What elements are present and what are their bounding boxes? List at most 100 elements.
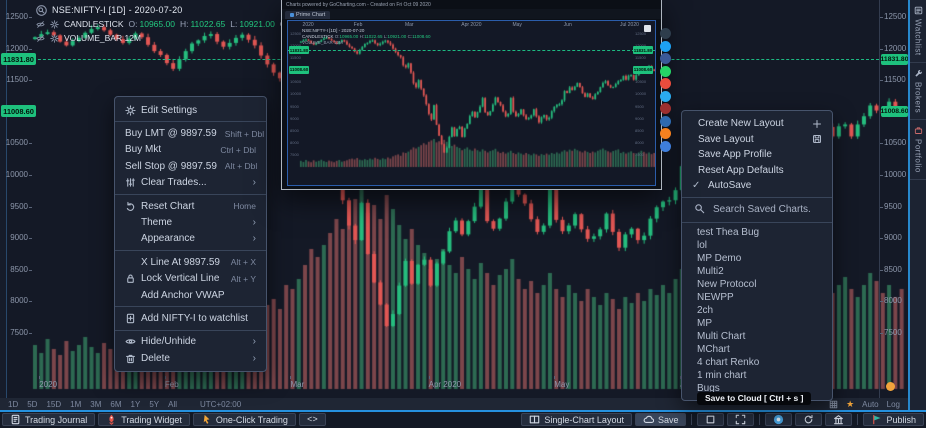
fullscreen-button[interactable] (727, 413, 754, 426)
eye-off-icon[interactable] (36, 34, 45, 43)
timeframe-1d[interactable]: 1D (8, 400, 18, 409)
camera-button[interactable] (765, 413, 792, 426)
menu-item-edit-settings[interactable]: Edit Settings (115, 102, 266, 118)
briefcase-icon (914, 126, 923, 135)
saved-chart-1-min-chart[interactable]: 1 min chart (682, 369, 832, 382)
sidebar-tab-label: Brokers (914, 82, 923, 113)
menu-item-hide-unhide[interactable]: Hide/Unhide› (115, 334, 266, 350)
screenshot-button[interactable] (697, 413, 724, 426)
x-axis-tick (554, 376, 555, 379)
share-whatsapp-icon[interactable] (660, 66, 671, 77)
search-saved-charts[interactable]: Search Saved Charts. (682, 201, 832, 219)
timeframe-6m[interactable]: 6M (110, 400, 121, 409)
sidebar-tab-portfolio[interactable]: Portfolio (910, 120, 926, 180)
menu-item-add-nifty-i-to-watchlist[interactable]: Add NIFTY-I to watchlist (115, 310, 266, 326)
menu-item-add-anchor-vwap[interactable]: Add Anchor VWAP (115, 287, 266, 303)
menu-item-autosave[interactable]: ✓AutoSave (682, 178, 832, 194)
check-icon: ✓ (692, 181, 708, 191)
share-youtube-icon[interactable] (660, 103, 671, 114)
popup-title: Charts powered by GoCharting.com - Creat… (282, 0, 661, 9)
log-scale-toggle[interactable]: Log (887, 400, 900, 409)
timeframe-3m[interactable]: 3M (90, 400, 101, 409)
notification-dot[interactable] (886, 382, 895, 391)
share-telegram-icon[interactable] (660, 91, 671, 102)
menu-item-buy-mkt[interactable]: Buy MktCtrl + Dbl (115, 142, 266, 158)
saved-chart-lol[interactable]: lol (682, 239, 832, 252)
gear-icon[interactable] (50, 34, 59, 43)
saved-chart-mp-demo[interactable]: MP Demo (682, 252, 832, 265)
menu-item-save-layout[interactable]: Save Layout (682, 132, 832, 148)
share-email-icon[interactable] (660, 141, 671, 152)
timeframe-15d[interactable]: 15D (46, 400, 61, 409)
chart-context-menu: Edit Settings Buy LMT @ 9897.59Shift + Db… (114, 96, 267, 372)
menu-item-save-app-profile[interactable]: Save App Profile (682, 147, 832, 163)
saved-chart-mchart[interactable]: MChart (682, 343, 832, 356)
menu-item-sell-stop-9897-59[interactable]: Sell Stop @ 9897.59Alt + Dbl (115, 158, 266, 174)
right-sidebar-tabs: Watchlist Brokers Portfolio (908, 0, 926, 410)
menu-item-reset-app-defaults[interactable]: Reset App Defaults (682, 163, 832, 179)
saved-chart-mp[interactable]: MP (682, 317, 832, 330)
timeframe-5y[interactable]: 5Y (149, 400, 159, 409)
share-copy-link-icon[interactable] (660, 28, 671, 39)
trading-widget-button[interactable]: Trading Widget (98, 413, 190, 426)
menu-item-clear-trades[interactable]: Clear Trades...› (115, 175, 266, 191)
menu-item-lock-vertical-line[interactable]: Lock Vertical LineAlt + Y (115, 271, 266, 287)
saved-chart-new-protocol[interactable]: New Protocol (682, 278, 832, 291)
sidebar-tab-brokers[interactable]: Brokers (910, 63, 926, 120)
saved-chart-multi-chart[interactable]: Multi Chart (682, 330, 832, 343)
marketplace-button[interactable] (825, 413, 852, 426)
x-axis-tick (429, 376, 430, 379)
one-click-trading-button[interactable]: One-Click Trading (193, 413, 296, 426)
timezone-label[interactable]: UTC+02:00 (200, 400, 241, 409)
y-axis-label: 9000 (0, 234, 28, 242)
publish-button[interactable]: Publish (863, 413, 924, 426)
saved-chart-newpp[interactable]: NEWPP (682, 291, 832, 304)
timeframe-all[interactable]: All (168, 400, 177, 409)
saved-chart-test-thea-bug[interactable]: test Thea Bug (682, 226, 832, 239)
sync-button[interactable] (795, 413, 822, 426)
y-axis-tick (880, 333, 883, 334)
eye-icon (125, 336, 141, 347)
menu-item-appearance[interactable]: Appearance› (115, 231, 266, 247)
menu-item-theme[interactable]: Theme› (115, 214, 266, 230)
share-twitter-icon[interactable] (660, 41, 671, 52)
share-reddit-icon[interactable] (660, 128, 671, 139)
favorite-star-icon[interactable]: ★ (846, 400, 854, 409)
trading-journal-button[interactable]: Trading Journal (2, 413, 95, 426)
menu-item-x-line-at-9897-59[interactable]: X Line At 9897.59Alt + X (115, 254, 266, 270)
menu-item-create-new-layout[interactable]: Create New Layout (682, 116, 832, 132)
share-linkedin-icon[interactable] (660, 116, 671, 127)
auto-scale-toggle[interactable]: Auto (862, 400, 878, 409)
menu-item-buy-lmt-9897-59[interactable]: Buy LMT @ 9897.59Shift + Dbl (115, 125, 266, 141)
timeframe-5d[interactable]: 5D (27, 400, 37, 409)
timeframe-1m[interactable]: 1M (70, 400, 81, 409)
menu-divider (115, 330, 266, 331)
menu-item-delete[interactable]: Delete› (115, 350, 266, 366)
code-toggle-button[interactable]: <> (299, 413, 326, 426)
menu-shortcut: Alt + Dbl (225, 161, 257, 171)
mini-y-axis-label: 11500 (290, 56, 301, 60)
x-axis-tick (290, 376, 291, 379)
saved-chart-4-chart-renko[interactable]: 4 chart Renko (682, 356, 832, 369)
timeframe-1y[interactable]: 1Y (131, 400, 141, 409)
menu-divider (115, 121, 266, 122)
floppy-icon (812, 134, 822, 144)
saved-chart-2ch[interactable]: 2ch (682, 304, 832, 317)
y-axis-label: 10000 (0, 171, 28, 179)
gear-icon[interactable] (50, 20, 59, 29)
grid-icon[interactable] (829, 400, 838, 409)
save-button[interactable]: Save (635, 413, 687, 426)
share-pinterest-icon[interactable] (660, 78, 671, 89)
code-toggle-label: <> (307, 415, 318, 425)
search-icon[interactable] (36, 5, 47, 16)
eye-off-icon[interactable] (36, 20, 45, 29)
saved-chart-multi2[interactable]: Multi2 (682, 265, 832, 278)
timeframe-right-cluster: ★ Auto Log (829, 398, 900, 410)
single-chart-layout-button[interactable]: Single-Chart Layout (521, 413, 632, 426)
sidebar-tab-watchlist[interactable]: Watchlist (910, 0, 926, 63)
y-axis-tick (880, 207, 883, 208)
menu-item-reset-chart[interactable]: Reset ChartHome (115, 198, 266, 214)
popup-tab[interactable]: Prime Chart (285, 11, 330, 19)
popup-screenshot-icon[interactable] (644, 25, 651, 32)
share-facebook-icon[interactable] (660, 53, 671, 64)
